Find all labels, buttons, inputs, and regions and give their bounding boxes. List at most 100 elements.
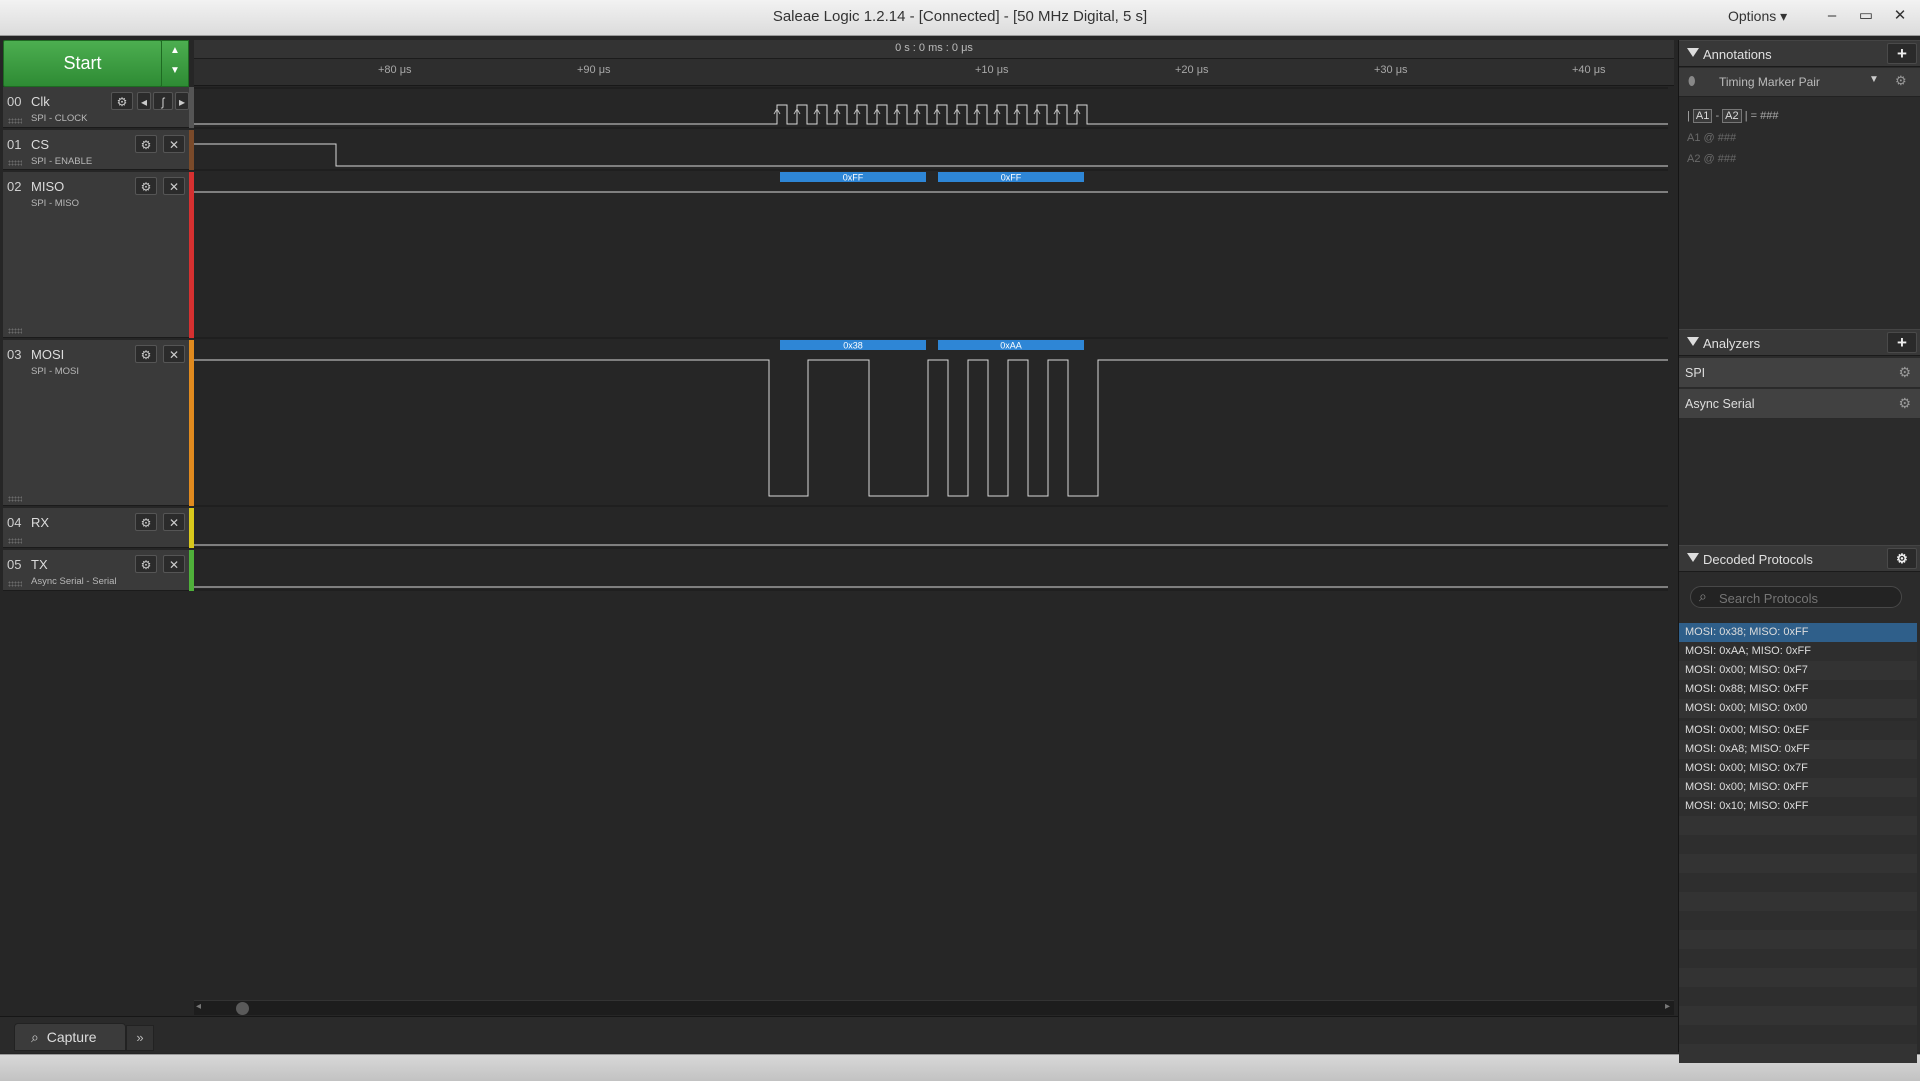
ruler-header: 0 s : 0 ms : 0 μs bbox=[194, 40, 1674, 59]
close-icon[interactable]: ✕ bbox=[163, 555, 185, 573]
restore-button[interactable]: ▭ bbox=[1854, 5, 1878, 27]
gear-icon[interactable]: ⚙ bbox=[1898, 364, 1911, 381]
minimize-button[interactable]: – bbox=[1820, 5, 1844, 27]
marker-a1-chip[interactable]: A1 bbox=[1692, 109, 1713, 123]
empty-row bbox=[1679, 911, 1917, 930]
scroll-thumb[interactable] bbox=[236, 1002, 249, 1015]
add-annotation-button[interactable]: + bbox=[1887, 43, 1917, 64]
decoded-protocol-row[interactable]: MOSI: 0xA8; MISO: 0xFF bbox=[1679, 740, 1917, 759]
ruler-tick: +10 μs bbox=[975, 64, 1009, 76]
empty-row bbox=[1679, 1006, 1917, 1025]
miso-decode-label: 0xFF bbox=[1001, 173, 1022, 183]
channel-00[interactable]: 00 Clk SPI - CLOCK ⚙ ◂ ʃ ▸ bbox=[3, 87, 189, 128]
channel-name[interactable]: Clk bbox=[31, 94, 50, 109]
gear-icon[interactable]: ⚙ bbox=[135, 513, 157, 531]
scroll-right-icon[interactable]: ▸ bbox=[1665, 1001, 1670, 1012]
decoded-protocol-row[interactable]: MOSI: 0x38; MISO: 0xFF bbox=[1679, 623, 1917, 642]
waveform-view[interactable]: 0xFF 0xFF 0x38 0xAA bbox=[194, 40, 1674, 998]
empty-row bbox=[1679, 835, 1917, 854]
collapse-triangle-icon[interactable] bbox=[1687, 553, 1699, 562]
channel-04[interactable]: 04 RX ⚙ ✕ bbox=[3, 508, 189, 548]
options-label: Options bbox=[1728, 8, 1777, 24]
channel-name[interactable]: CS bbox=[31, 137, 49, 152]
gear-icon[interactable]: ⚙ bbox=[1887, 548, 1917, 569]
add-analyzer-button[interactable]: + bbox=[1887, 332, 1917, 353]
close-icon[interactable]: ✕ bbox=[163, 513, 185, 531]
drag-handle-icon[interactable] bbox=[8, 160, 22, 166]
chevron-down-icon[interactable]: ▼ bbox=[1869, 74, 1879, 85]
channel-name[interactable]: TX bbox=[31, 557, 48, 572]
analyzers-header[interactable]: Analyzers + bbox=[1679, 329, 1920, 356]
gear-icon[interactable]: ⚙ bbox=[135, 177, 157, 195]
gear-icon[interactable]: ⚙ bbox=[135, 345, 157, 363]
gear-icon[interactable]: ⚙ bbox=[135, 555, 157, 573]
drag-handle-icon[interactable] bbox=[8, 538, 22, 544]
channel-05[interactable]: 05 TX Async Serial - Serial ⚙ ✕ bbox=[3, 550, 189, 591]
up-arrow-icon[interactable]: ▲ bbox=[162, 41, 188, 61]
tab-capture-label: Capture bbox=[46, 1029, 97, 1045]
drag-handle-icon[interactable] bbox=[8, 328, 22, 334]
search-icon: ⌕ bbox=[1699, 588, 1707, 604]
annotations-header[interactable]: Annotations + bbox=[1679, 40, 1920, 67]
empty-row bbox=[1679, 873, 1917, 892]
time-ruler[interactable]: 0 s : 0 ms : 0 μs +80 μs +90 μs +10 μs +… bbox=[194, 40, 1674, 86]
drag-handle-icon[interactable] bbox=[8, 581, 22, 587]
collapse-triangle-icon[interactable] bbox=[1687, 48, 1699, 57]
mosi-trace bbox=[194, 359, 1668, 497]
start-button[interactable]: Start bbox=[3, 40, 162, 87]
bottom-tab-bar: ⌕ Capture » bbox=[0, 1016, 1678, 1053]
decoded-protocol-row[interactable]: MOSI: 0x00; MISO: 0xFF bbox=[1679, 778, 1917, 797]
empty-row bbox=[1679, 1025, 1917, 1044]
miso-decode-label: 0xFF bbox=[843, 173, 864, 183]
channel-name[interactable]: RX bbox=[31, 515, 49, 530]
channel-analyzer-label: Async Serial - Serial bbox=[31, 576, 117, 587]
options-menu[interactable]: Options ▾ bbox=[1728, 8, 1787, 25]
close-icon[interactable]: ✕ bbox=[163, 177, 185, 195]
edge-trigger-icon[interactable]: ʃ bbox=[153, 92, 173, 110]
drag-handle-icon[interactable] bbox=[8, 496, 22, 502]
more-tabs-button[interactable]: » bbox=[126, 1025, 154, 1051]
gear-icon[interactable]: ⚙ bbox=[111, 92, 133, 110]
cursor-time-readout: 0 s : 0 ms : 0 μs bbox=[895, 42, 973, 54]
start-options[interactable]: ▲ ▼ bbox=[161, 40, 189, 87]
waveform-canvas[interactable]: 0xFF 0xFF 0x38 0xAA bbox=[194, 40, 1674, 998]
gear-icon[interactable]: ⚙ bbox=[1898, 395, 1911, 412]
drag-handle-icon[interactable] bbox=[8, 118, 22, 124]
marker-a2-chip[interactable]: A2 bbox=[1722, 109, 1742, 123]
timing-marker-row[interactable]: ⬮ Timing Marker Pair ▼ ⚙ bbox=[1679, 68, 1920, 97]
tab-capture[interactable]: ⌕ Capture bbox=[14, 1023, 126, 1051]
close-button[interactable]: ✕ bbox=[1888, 5, 1912, 27]
decoded-protocol-row[interactable]: MOSI: 0x00; MISO: 0xF7 bbox=[1679, 661, 1917, 680]
decoded-protocol-row[interactable]: MOSI: 0x00; MISO: 0x00 bbox=[1679, 699, 1917, 718]
gear-icon[interactable]: ⚙ bbox=[1895, 73, 1907, 89]
search-input[interactable] bbox=[1717, 589, 1901, 607]
decoded-protocols-header[interactable]: Decoded Protocols ⚙ bbox=[1679, 545, 1920, 572]
close-icon[interactable]: ✕ bbox=[163, 345, 185, 363]
decoded-protocol-row[interactable]: MOSI: 0x00; MISO: 0x7F bbox=[1679, 759, 1917, 778]
horizontal-scrollbar[interactable]: ◂ ▸ bbox=[194, 1000, 1674, 1015]
search-protocols-field[interactable]: ⌕ bbox=[1690, 586, 1902, 608]
analyzer-item-spi[interactable]: SPI ⚙ bbox=[1679, 358, 1920, 388]
down-arrow-icon[interactable]: ▼ bbox=[162, 61, 188, 81]
gear-icon[interactable]: ⚙ bbox=[135, 135, 157, 153]
channel-03[interactable]: 03 MOSI SPI - MOSI ⚙ ✕ bbox=[3, 340, 189, 506]
ruler-tick: +90 μs bbox=[577, 64, 611, 76]
channel-name[interactable]: MOSI bbox=[31, 347, 64, 362]
close-icon[interactable]: ✕ bbox=[163, 135, 185, 153]
decoded-protocols-title: Decoded Protocols bbox=[1703, 552, 1813, 567]
prev-edge-icon[interactable]: ◂ bbox=[137, 92, 151, 110]
channel-number: 01 bbox=[7, 137, 22, 152]
decoded-protocol-row[interactable]: MOSI: 0xAA; MISO: 0xFF bbox=[1679, 642, 1917, 661]
analyzer-label: Async Serial bbox=[1685, 397, 1755, 411]
analyzer-item-async-serial[interactable]: Async Serial ⚙ bbox=[1679, 389, 1920, 419]
channel-analyzer-label: SPI - MISO bbox=[31, 198, 80, 209]
next-edge-icon[interactable]: ▸ bbox=[175, 92, 189, 110]
channel-01[interactable]: 01 CS SPI - ENABLE ⚙ ✕ bbox=[3, 130, 189, 170]
decoded-protocol-row[interactable]: MOSI: 0x88; MISO: 0xFF bbox=[1679, 680, 1917, 699]
channel-name[interactable]: MISO bbox=[31, 179, 64, 194]
decoded-protocol-row[interactable]: MOSI: 0x00; MISO: 0xEF bbox=[1679, 721, 1917, 740]
collapse-triangle-icon[interactable] bbox=[1687, 337, 1699, 346]
channel-02[interactable]: 02 MISO SPI - MISO ⚙ ✕ bbox=[3, 172, 189, 338]
scroll-left-icon[interactable]: ◂ bbox=[196, 1001, 201, 1012]
decoded-protocol-row[interactable]: MOSI: 0x10; MISO: 0xFF bbox=[1679, 797, 1917, 816]
